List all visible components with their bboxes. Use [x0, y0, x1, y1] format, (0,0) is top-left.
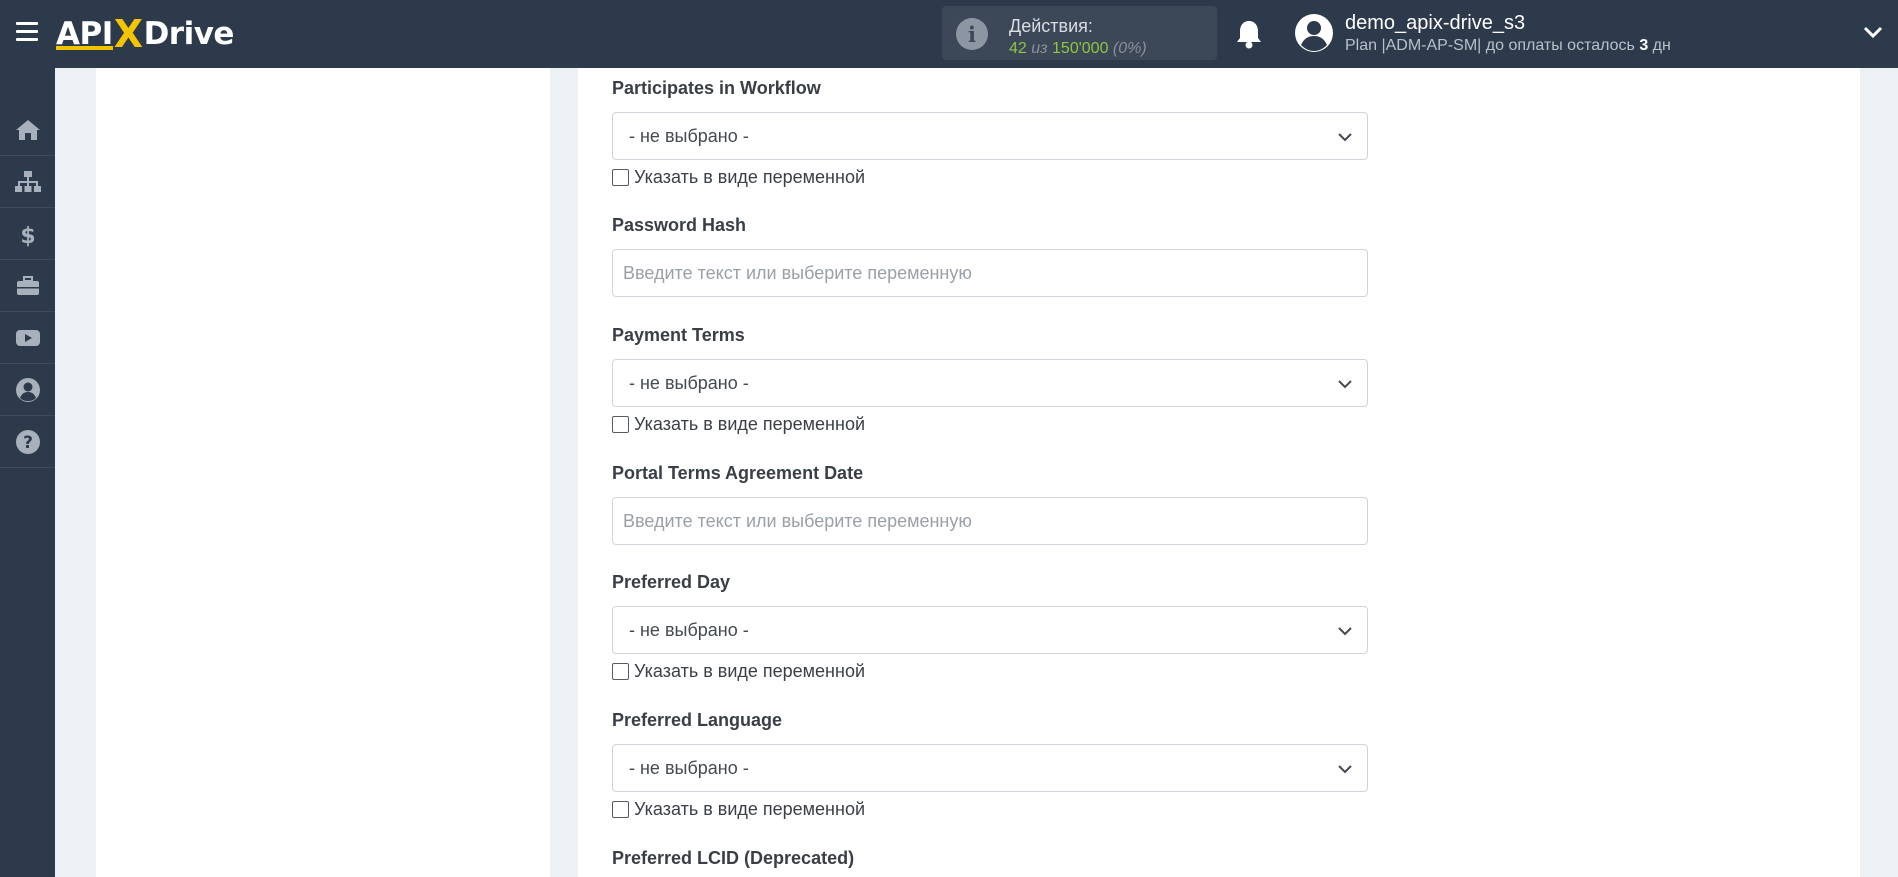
field-password-hash: Password Hash [612, 215, 1368, 297]
checkbox-label: Указать в виде переменной [634, 413, 866, 434]
variable-checkbox-row[interactable]: Указать в виде переменной [612, 660, 1368, 682]
field-preferred-language: Preferred Language - не выбрано - Указат… [612, 710, 1368, 820]
logo-x: X [113, 12, 143, 56]
dollar-icon: $ [20, 224, 35, 247]
checkbox-label: Указать в виде переменной [634, 798, 866, 819]
select-value: - не выбрано - [629, 126, 749, 146]
preferred-day-select[interactable]: - не выбрано - [612, 606, 1368, 654]
checkbox-label: Указать в виде переменной [634, 166, 866, 187]
variable-checkbox-row[interactable]: Указать в виде переменной [612, 166, 1368, 188]
briefcase-icon [16, 275, 39, 295]
left-panel [96, 68, 550, 877]
sidebar-item-help[interactable]: ? [0, 416, 55, 468]
plan-days: 3 [1639, 37, 1649, 54]
field-preferred-day: Preferred Day - не выбрано - Указать в в… [612, 572, 1368, 682]
info-icon [956, 18, 988, 50]
bell-icon[interactable] [1234, 18, 1264, 50]
sidebar-item-billing[interactable]: $ [0, 208, 55, 260]
top-bar: APIXDrive Действия: 42 из 150'000 (0%) d… [0, 0, 1898, 68]
user-plan: Plan |ADM-AP-SM| до оплаты осталось 3 дн [1345, 37, 1671, 55]
preferred-language-select[interactable]: - не выбрано - [612, 744, 1368, 792]
field-label: Payment Terms [612, 325, 745, 345]
field-label: Password Hash [612, 215, 747, 235]
select-value: - не выбрано - [629, 620, 749, 640]
plan-prefix: Plan |ADM-AP-SM| до оплаты осталось [1345, 37, 1640, 54]
participates-in-workflow-select[interactable]: - не выбрано - [612, 112, 1368, 160]
sidebar-item-video[interactable] [0, 312, 55, 364]
portal-terms-date-input-wrapper [612, 497, 1368, 545]
field-label: Portal Terms Agreement Date [612, 463, 864, 483]
actions-percent: (0%) [1108, 40, 1147, 57]
home-icon [15, 119, 40, 140]
svg-text:$: $ [20, 224, 35, 247]
select-value: - не выбрано - [629, 373, 749, 393]
sidebar-item-account[interactable] [0, 364, 55, 416]
chevron-down-icon [1338, 627, 1352, 636]
password-hash-input[interactable] [613, 250, 1367, 296]
field-label: Participates in Workflow [612, 78, 821, 98]
user-name[interactable]: demo_apix-drive_s3 [1345, 12, 1525, 35]
variable-checkbox[interactable] [612, 415, 629, 433]
logo-api: API [56, 16, 113, 52]
field-preferred-lcid: Preferred LCID (Deprecated) [612, 848, 1368, 870]
chevron-down-icon [1338, 133, 1352, 142]
chevron-down-icon [1338, 380, 1352, 389]
question-circle-icon: ? [15, 429, 40, 454]
field-label: Preferred Day [612, 572, 731, 592]
field-label: Preferred LCID (Deprecated) [612, 848, 855, 868]
actions-count: 42 из 150'000 (0%) [1009, 40, 1147, 58]
sidebar-item-services[interactable] [0, 260, 55, 312]
field-payment-terms: Payment Terms - не выбрано - Указать в в… [612, 325, 1368, 435]
field-label: Preferred Language [612, 710, 783, 730]
field-portal-terms-agreement-date: Portal Terms Agreement Date [612, 463, 1368, 545]
actions-of: из [1026, 40, 1053, 57]
variable-checkbox[interactable] [612, 662, 629, 680]
chevron-down-icon[interactable] [1862, 24, 1884, 40]
menu-icon[interactable] [16, 22, 38, 42]
plan-suffix: дн [1648, 37, 1671, 54]
field-participates-in-workflow: Participates in Workflow - не выбрано - … [612, 78, 1368, 188]
variable-checkbox-row[interactable]: Указать в виде переменной [612, 798, 1368, 820]
actions-used: 42 [1009, 40, 1027, 57]
password-hash-input-wrapper [612, 249, 1368, 297]
payment-terms-select[interactable]: - не выбрано - [612, 359, 1368, 407]
select-value: - не выбрано - [629, 758, 749, 778]
actions-total: 150'000 [1052, 40, 1109, 57]
sitemap-icon [14, 170, 41, 192]
logo[interactable]: API X Drive [56, 12, 234, 56]
logo-drive: Drive [143, 16, 235, 52]
svg-text:?: ? [23, 433, 33, 453]
user-circle-icon [15, 377, 40, 402]
actions-counter[interactable]: Действия: 42 из 150'000 (0%) [942, 6, 1217, 60]
user-avatar-icon[interactable] [1295, 14, 1333, 52]
actions-title: Действия: [1009, 16, 1093, 36]
chevron-down-icon [1338, 765, 1352, 774]
sidebar-item-home[interactable] [0, 104, 55, 156]
sidebar: $ ? [0, 68, 55, 877]
sidebar-item-connections[interactable] [0, 156, 55, 208]
variable-checkbox[interactable] [612, 800, 629, 818]
portal-terms-date-input[interactable] [613, 498, 1367, 544]
variable-checkbox[interactable] [612, 168, 629, 186]
variable-checkbox-row[interactable]: Указать в виде переменной [612, 413, 1368, 435]
checkbox-label: Указать в виде переменной [634, 660, 866, 681]
youtube-icon [15, 329, 40, 346]
